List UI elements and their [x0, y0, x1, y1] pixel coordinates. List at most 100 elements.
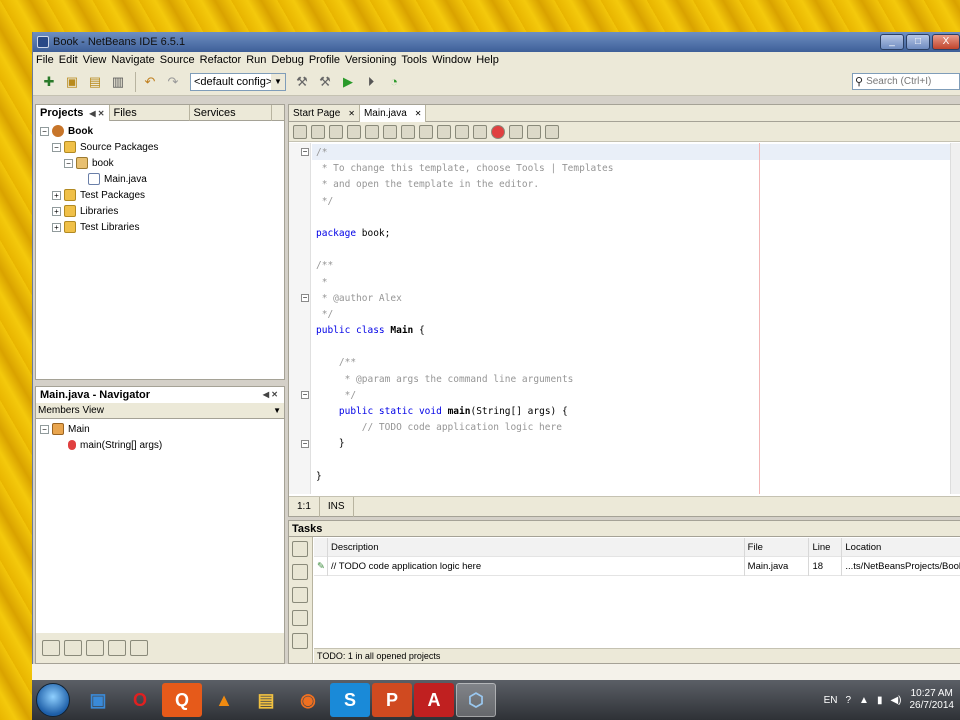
menu-profile[interactable]: Profile	[308, 54, 344, 66]
find-prev-icon[interactable]	[347, 124, 361, 139]
tab-start-page[interactable]: Start Page ✕	[289, 104, 360, 122]
redo-icon[interactable]: ↷	[163, 72, 183, 92]
filter-icon[interactable]	[292, 610, 308, 626]
network-icon[interactable]: ▮	[877, 695, 883, 706]
all-projects-icon[interactable]	[292, 587, 308, 603]
tab-navigator[interactable]: Main.java - Navigator ◀ ✕	[36, 386, 284, 403]
tree-node-book-package[interactable]: − book	[40, 155, 284, 171]
col-description[interactable]: Description	[328, 537, 745, 557]
fold-collapse-icon[interactable]: −	[301, 148, 309, 156]
tab-files[interactable]: Files	[110, 104, 190, 121]
find-next-icon[interactable]	[365, 124, 379, 139]
maximize-button[interactable]: □	[906, 34, 930, 50]
menu-window[interactable]: Window	[431, 54, 475, 66]
menu-debug[interactable]: Debug	[270, 54, 307, 66]
shift-right-icon[interactable]	[473, 124, 487, 139]
fold-collapse-icon[interactable]: −	[301, 391, 309, 399]
acrobat-icon[interactable]: A	[414, 683, 454, 717]
toggle-highlight-icon[interactable]	[383, 124, 397, 139]
show-hidden-icons[interactable]: ▲	[859, 695, 869, 706]
shift-left-icon[interactable]	[455, 124, 469, 139]
menu-help[interactable]: Help	[475, 54, 503, 66]
filter-inherited-icon[interactable]	[108, 640, 126, 656]
filter-static-icon[interactable]	[64, 640, 82, 656]
profile-icon[interactable]: ◔	[384, 72, 404, 92]
new-project-icon[interactable]: ▣	[62, 72, 82, 92]
filter-fields-icon[interactable]	[42, 640, 60, 656]
next-bookmark-icon[interactable]	[419, 124, 433, 139]
tree-node-test-libraries[interactable]: + Test Libraries	[40, 219, 284, 235]
tree-node-test-packages[interactable]: + Test Packages	[40, 187, 284, 203]
opera-icon[interactable]: O	[120, 683, 160, 717]
clock[interactable]: 10:27 AM 26/7/2014	[910, 688, 955, 712]
clean-build-icon[interactable]: ⚒	[315, 72, 335, 92]
start-button[interactable]	[36, 683, 70, 717]
menu-view[interactable]: View	[82, 54, 111, 66]
filter-nonpublic-icon[interactable]	[86, 640, 104, 656]
tree-node-source-packages[interactable]: − Source Packages	[40, 139, 284, 155]
search-input[interactable]: ⚲ Search (Ctrl+I)	[852, 73, 960, 90]
menu-file[interactable]: File	[35, 54, 58, 66]
expand-icon[interactable]: +	[52, 190, 61, 200]
members-view-dropdown[interactable]: Members View ▼	[36, 403, 284, 419]
tab-main-java[interactable]: Main.java ✕	[359, 104, 427, 122]
menu-navigate[interactable]: Navigate	[110, 54, 158, 66]
col-line[interactable]: Line	[809, 537, 843, 557]
editor-scrollbar[interactable]	[950, 143, 960, 494]
media-player-icon[interactable]: ▣	[78, 683, 118, 717]
tree-node-book[interactable]: − Book	[40, 123, 284, 139]
current-file-icon[interactable]	[292, 541, 308, 557]
collapse-icon[interactable]: −	[52, 142, 61, 152]
find-icon[interactable]	[329, 124, 343, 139]
expand-icon[interactable]: +	[52, 206, 61, 216]
nav-node-main-method[interactable]: main(String[] args)	[40, 437, 284, 453]
minimize-button[interactable]: _	[880, 34, 904, 50]
tree-node-main-java[interactable]: Main.java	[40, 171, 284, 187]
volume-icon[interactable]: ◀)	[890, 695, 901, 706]
menu-run[interactable]: Run	[245, 54, 270, 66]
stop-macro-icon[interactable]	[509, 124, 523, 139]
sort-icon[interactable]	[130, 640, 148, 656]
menu-tools[interactable]: Tools	[400, 54, 431, 66]
save-all-icon[interactable]: ▥	[108, 72, 128, 92]
title-bar[interactable]: Book - NetBeans IDE 6.5.1 _ □ X	[33, 32, 960, 52]
skype-icon[interactable]: S	[330, 683, 370, 717]
expand-icon[interactable]: +	[52, 222, 61, 232]
table-row[interactable]: ✎ // TODO code application logic here Ma…	[314, 556, 960, 576]
current-project-icon[interactable]	[292, 564, 308, 580]
undo-icon[interactable]: ↶	[140, 72, 160, 92]
tab-projects[interactable]: Projects ◀ ✕	[36, 104, 110, 121]
quick-app-icon[interactable]: Q	[162, 683, 202, 717]
fold-collapse-icon[interactable]: −	[301, 440, 309, 448]
collapse-icon[interactable]: −	[40, 126, 49, 136]
collapse-icon[interactable]: −	[40, 424, 49, 434]
tab-services[interactable]: Services	[190, 104, 272, 121]
netbeans-taskbar-icon[interactable]: ⬡	[456, 683, 496, 717]
debug-icon[interactable]: ⏵	[361, 72, 381, 92]
prev-bookmark-icon[interactable]	[401, 124, 415, 139]
run-icon[interactable]: ▶	[338, 72, 358, 92]
tree-node-libraries[interactable]: + Libraries	[40, 203, 284, 219]
build-hammer-icon[interactable]: ⚒	[292, 72, 312, 92]
fold-collapse-icon[interactable]: −	[301, 294, 309, 302]
collapse-icon[interactable]: −	[64, 158, 73, 168]
uncomment-icon[interactable]	[545, 124, 559, 139]
menu-refactor[interactable]: Refactor	[199, 54, 246, 66]
back-icon[interactable]	[293, 124, 307, 139]
new-file-icon[interactable]: ✚	[39, 72, 59, 92]
vlc-icon[interactable]: ▲	[204, 683, 244, 717]
forward-icon[interactable]	[311, 124, 325, 139]
firefox-icon[interactable]: ◉	[288, 683, 328, 717]
record-macro-icon[interactable]	[491, 124, 505, 139]
toggle-bookmark-icon[interactable]	[437, 124, 451, 139]
comment-icon[interactable]	[527, 124, 541, 139]
code-area[interactable]: /* * To change this template, choose Too…	[316, 145, 613, 485]
powerpoint-icon[interactable]: P	[372, 683, 412, 717]
menu-source[interactable]: Source	[159, 54, 199, 66]
config-dropdown[interactable]: <default config> ▼	[190, 72, 286, 91]
file-explorer-icon[interactable]: ▤	[246, 683, 286, 717]
open-project-icon[interactable]: ▤	[85, 72, 105, 92]
menu-edit[interactable]: Edit	[58, 54, 82, 66]
group-icon[interactable]	[292, 633, 308, 649]
nav-node-main-class[interactable]: − Main	[40, 421, 284, 437]
